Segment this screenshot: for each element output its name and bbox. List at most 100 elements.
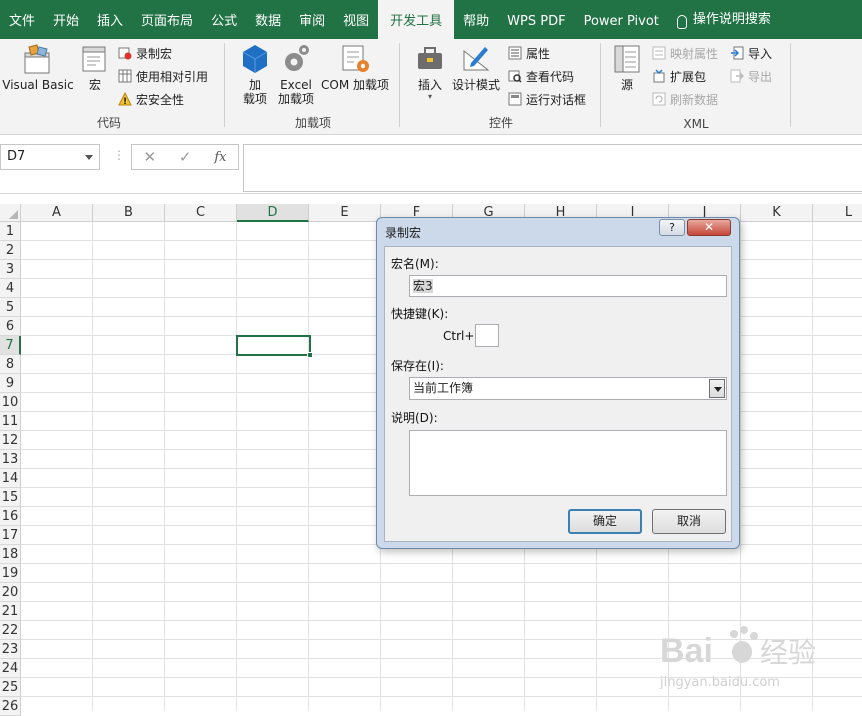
active-cell[interactable]	[236, 335, 313, 358]
shortcut-key-input[interactable]	[475, 324, 499, 347]
tell-me-search[interactable]: 操作说明搜索	[668, 0, 780, 39]
group-label-code: 代码	[96, 116, 121, 130]
row-header-26[interactable]: 26	[0, 697, 21, 716]
store-macro-in-select[interactable]: 当前工作簿	[409, 377, 727, 400]
row-header-25[interactable]: 25	[0, 678, 21, 697]
insert-control-button[interactable]: 插入 ▾	[410, 43, 450, 101]
tab-view[interactable]: 视图	[334, 0, 378, 39]
row-header-23[interactable]: 23	[0, 640, 21, 659]
excel-addins-button[interactable]: Excel 加载项	[276, 43, 316, 106]
description-input[interactable]	[409, 430, 727, 496]
tab-file[interactable]: 文件	[0, 0, 44, 39]
macro-name-input[interactable]: 宏3	[409, 275, 727, 297]
design-mode-button[interactable]: 设计模式	[450, 43, 502, 93]
addins-button[interactable]: 加 载项	[238, 43, 272, 106]
run-dialog-button[interactable]: 运行对话框	[508, 89, 586, 109]
chevron-down-icon[interactable]	[709, 379, 725, 398]
refresh-data-label: 刷新数据	[670, 92, 719, 107]
import-button[interactable]: 导入	[730, 43, 772, 63]
tab-insert[interactable]: 插入	[88, 0, 132, 39]
formula-input[interactable]	[243, 144, 862, 192]
dialog-title: 录制宏	[385, 226, 422, 240]
column-header-l[interactable]: L	[813, 204, 862, 222]
tab-power-pivot[interactable]: Power Pivot	[575, 0, 668, 39]
export-button[interactable]: 导出	[730, 66, 772, 86]
name-box[interactable]: D7	[0, 144, 100, 170]
tab-developer[interactable]: 开发工具	[378, 0, 455, 39]
row-header-10[interactable]: 10	[0, 393, 21, 412]
row-header-15[interactable]: 15	[0, 488, 21, 507]
chevron-down-icon[interactable]	[85, 155, 93, 160]
row-header-7[interactable]: 7	[0, 336, 21, 355]
row-header-11[interactable]: 11	[0, 412, 21, 431]
refresh-data-button[interactable]: 刷新数据	[652, 89, 718, 109]
toolbox-icon	[415, 43, 445, 75]
column-header-k[interactable]: K	[741, 204, 813, 222]
column-header-b[interactable]: B	[93, 204, 165, 222]
tab-help[interactable]: 帮助	[454, 0, 498, 39]
row-header-18[interactable]: 18	[0, 545, 21, 564]
tab-review[interactable]: 审阅	[290, 0, 334, 39]
row-header-16[interactable]: 16	[0, 507, 21, 526]
column-header-a[interactable]: A	[21, 204, 93, 222]
column-header-e[interactable]: E	[309, 204, 381, 222]
tab-data[interactable]: 数据	[246, 0, 290, 39]
row-header-2[interactable]: 2	[0, 241, 21, 260]
com-addins-button[interactable]: COM 加载项	[318, 43, 392, 93]
properties-label: 属性	[526, 46, 551, 61]
row-header-5[interactable]: 5	[0, 298, 21, 317]
cancel-button[interactable]: 取消	[652, 509, 726, 534]
macros-button[interactable]: 宏	[78, 43, 112, 93]
column-header-d[interactable]: D	[237, 204, 309, 222]
row-header-9[interactable]: 9	[0, 374, 21, 393]
map-properties-button[interactable]: 映射属性	[652, 43, 718, 63]
formula-bar-grip[interactable]: ⋮	[113, 148, 125, 162]
use-relative-references-button[interactable]: 使用相对引用	[118, 66, 208, 86]
tab-home[interactable]: 开始	[44, 0, 88, 39]
group-label-xml: XML	[683, 117, 709, 131]
row-header-24[interactable]: 24	[0, 659, 21, 678]
expansion-packs-button[interactable]: 扩展包	[652, 66, 706, 86]
row-header-22[interactable]: 22	[0, 621, 21, 640]
ok-button[interactable]: 确定	[568, 509, 642, 534]
row-header-1[interactable]: 1	[0, 222, 21, 241]
confirm-entry-icon[interactable]: ✓	[179, 148, 192, 166]
properties-button[interactable]: 属性	[508, 43, 550, 63]
fill-handle[interactable]	[307, 352, 313, 358]
record-macro-button[interactable]: 录制宏	[118, 43, 172, 63]
row-header-21[interactable]: 21	[0, 602, 21, 621]
row-header-4[interactable]: 4	[0, 279, 21, 298]
formula-buttons: ✕ ✓ fx	[131, 144, 239, 170]
cancel-entry-icon[interactable]: ✕	[143, 148, 156, 166]
select-all-button[interactable]	[0, 204, 21, 222]
group-controls: 插入 ▾ 设计模式 属性 查看代码 运行对话框 控件	[404, 39, 598, 135]
column-header-c[interactable]: C	[165, 204, 237, 222]
tab-wps-pdf[interactable]: WPS PDF	[498, 0, 574, 39]
view-code-button[interactable]: 查看代码	[508, 66, 574, 86]
xml-source-icon	[612, 43, 642, 75]
row-header-19[interactable]: 19	[0, 564, 21, 583]
row-header-20[interactable]: 20	[0, 583, 21, 602]
visual-basic-button[interactable]: Visual Basic	[2, 43, 74, 93]
close-button[interactable]: ✕	[687, 219, 731, 236]
row-header-17[interactable]: 17	[0, 526, 21, 545]
design-mode-icon	[461, 43, 491, 75]
row-header-12[interactable]: 12	[0, 431, 21, 450]
help-button[interactable]: ?	[659, 219, 685, 236]
row-header-14[interactable]: 14	[0, 469, 21, 488]
warning-icon: !	[118, 92, 132, 106]
xml-source-button[interactable]: 源	[610, 43, 644, 93]
macro-security-button[interactable]: ! 宏安全性	[118, 89, 184, 109]
row-header-13[interactable]: 13	[0, 450, 21, 469]
tab-formulas[interactable]: 公式	[202, 0, 246, 39]
relative-references-icon	[118, 69, 132, 83]
macro-name-label: 宏名(M):	[391, 257, 439, 271]
gear-icon	[281, 43, 311, 75]
ribbon-separator	[600, 43, 601, 127]
tab-page-layout[interactable]: 页面布局	[132, 0, 202, 39]
row-header-8[interactable]: 8	[0, 355, 21, 374]
insert-function-icon[interactable]: fx	[214, 150, 226, 165]
row-header-3[interactable]: 3	[0, 260, 21, 279]
row-header-6[interactable]: 6	[0, 317, 21, 336]
run-dialog-label: 运行对话框	[526, 92, 587, 107]
